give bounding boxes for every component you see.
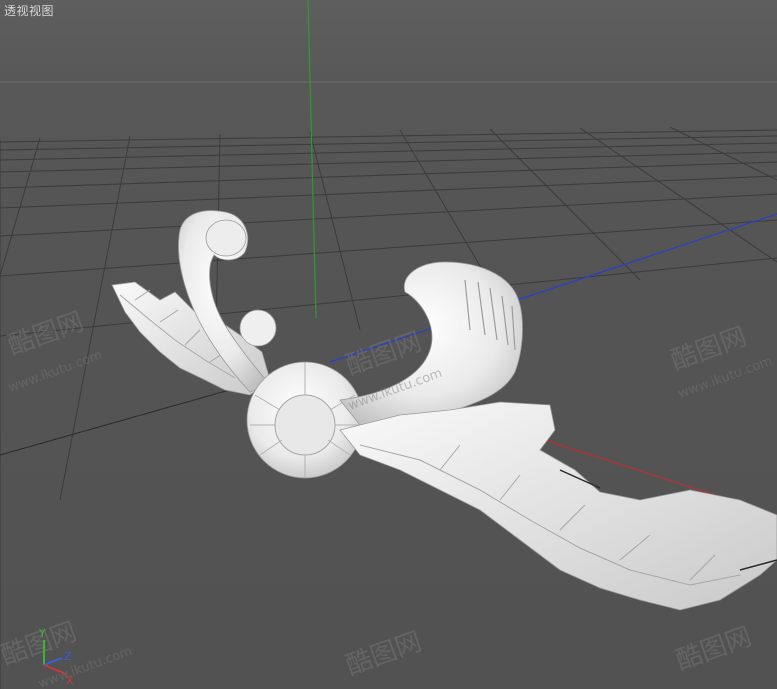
perspective-viewport[interactable]: 酷图网 www.ikutu.com 酷图网 www.ikutu.com 酷图网 … xyxy=(0,0,777,689)
ornament-model[interactable] xyxy=(111,210,777,611)
gizmo-x-label: X xyxy=(66,674,74,687)
viewport-title: 透视视图 xyxy=(4,4,55,18)
viewport-scene[interactable]: 酷图网 www.ikutu.com 酷图网 www.ikutu.com 酷图网 … xyxy=(0,0,777,689)
gizmo-z-axis xyxy=(43,657,63,666)
watermark-brand-6: 酷图网 xyxy=(672,622,756,677)
world-y-axis xyxy=(307,0,317,319)
left-scroll-end xyxy=(205,219,247,257)
gizmo-z-label: Z xyxy=(64,650,72,663)
right-leaf-trail xyxy=(339,401,777,611)
gizmo-y-label: Y xyxy=(38,627,46,640)
central-flower-inner xyxy=(274,394,336,456)
watermark-brand-1: 酷图网 xyxy=(4,307,88,362)
watermark-brand-5: 酷图网 xyxy=(342,627,426,682)
watermark-brand-4: 酷图网 xyxy=(0,617,81,672)
small-bud xyxy=(239,309,277,347)
